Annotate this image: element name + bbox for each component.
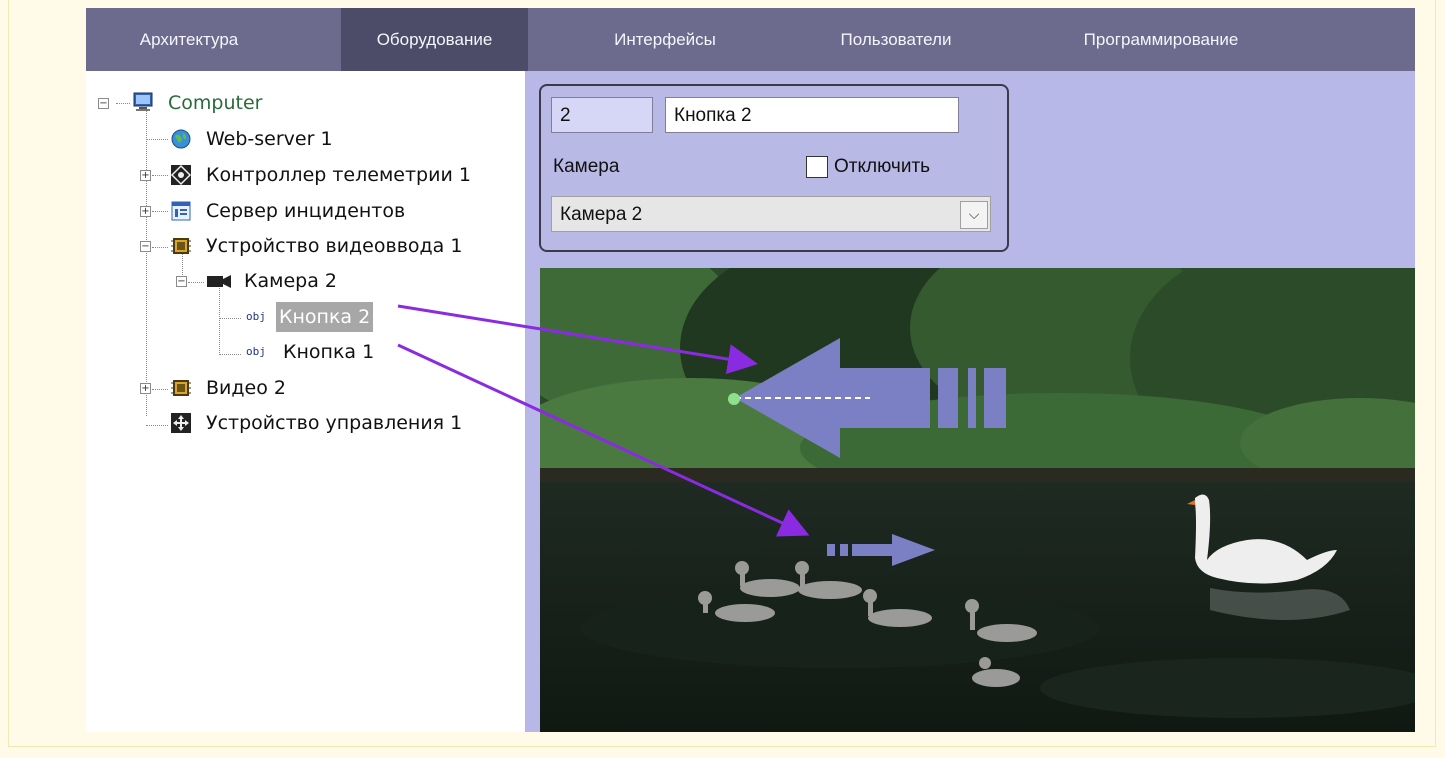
button-properties-box: 2 Кнопка 2 Камера Отключить Камера 2 ⌵ — [539, 84, 1009, 252]
expand-icon[interactable]: + — [140, 206, 151, 217]
computer-icon — [133, 92, 153, 111]
video-capture-icon — [171, 238, 191, 254]
tree-item-button-1[interactable]: obj Кнопка 1 — [86, 337, 516, 367]
tree-item-video-capture-device[interactable]: − Устройство видеоввода 1 — [86, 231, 516, 261]
tree-item-label: Контроллер телеметрии 1 — [206, 164, 471, 186]
tree-item-label: Web-server 1 — [206, 128, 333, 150]
tree-item-web-server[interactable]: Web-server 1 — [86, 124, 516, 154]
camera-select-value: Камера 2 — [560, 204, 643, 225]
expand-icon[interactable]: + — [140, 170, 151, 181]
camera-label: Камера — [553, 156, 620, 177]
tab-programming[interactable]: Программирование — [1051, 8, 1271, 71]
camera-icon — [207, 275, 231, 288]
tree-item-label: Устройство управления 1 — [206, 412, 463, 434]
tree-item-label: Видео 2 — [206, 377, 286, 399]
tab-bar: Архитектура Оборудование Интерфейсы Поль… — [86, 8, 1415, 71]
expand-icon[interactable]: + — [140, 383, 151, 394]
camera-video-view — [540, 268, 1415, 732]
tree-item-label: Кнопка 1 — [283, 341, 375, 363]
camera-select[interactable]: Камера 2 ⌵ — [551, 196, 991, 232]
tree-item-incident-server[interactable]: + Сервер инцидентов — [86, 196, 516, 226]
telemetry-controller-icon — [170, 164, 192, 186]
video-capture-icon — [171, 380, 191, 396]
tree-item-label: Сервер инцидентов — [206, 200, 406, 222]
tab-users[interactable]: Пользователи — [811, 8, 981, 71]
tree-item-label: Кнопка 2 — [276, 302, 374, 332]
button-id-field[interactable]: 2 — [551, 97, 653, 133]
tree-item-camera-2[interactable]: − Камера 2 — [86, 266, 516, 296]
overlay-button-2-handle[interactable] — [728, 393, 740, 405]
chevron-down-icon[interactable]: ⌵ — [960, 201, 988, 229]
globe-icon — [171, 129, 191, 149]
button-name-field[interactable]: Кнопка 2 — [665, 97, 959, 133]
disable-label: Отключить — [834, 156, 931, 177]
tree-item-label: Устройство видеоввода 1 — [206, 235, 463, 257]
control-device-icon — [171, 413, 191, 433]
hardware-tree: − Computer Web-server 1 + Контроллер тел… — [86, 71, 526, 732]
tree-item-computer[interactable]: − Computer — [86, 88, 516, 118]
collapse-icon[interactable]: − — [98, 98, 109, 109]
tree-item-button-2[interactable]: obj Кнопка 2 — [86, 302, 516, 332]
video-frame-image — [540, 268, 1415, 732]
app-window: Архитектура Оборудование Интерфейсы Поль… — [86, 8, 1415, 732]
obj-icon: obj — [246, 345, 266, 358]
tree-item-telemetry-controller[interactable]: + Контроллер телеметрии 1 — [86, 160, 516, 190]
tree-item-control-device[interactable]: Устройство управления 1 — [86, 408, 516, 438]
tree-item-label: Камера 2 — [244, 270, 337, 292]
incident-server-icon — [171, 201, 191, 221]
tab-equipment[interactable]: Оборудование — [341, 8, 528, 71]
tab-interfaces[interactable]: Интерфейсы — [586, 8, 744, 71]
collapse-icon[interactable]: − — [176, 276, 187, 287]
tree-item-label: Computer — [168, 92, 263, 114]
properties-panel: 2 Кнопка 2 Камера Отключить Камера 2 ⌵ — [526, 71, 1415, 732]
obj-icon: obj — [246, 310, 266, 323]
tree-item-video-2[interactable]: + Видео 2 — [86, 373, 516, 403]
tab-architecture[interactable]: Архитектура — [114, 8, 264, 71]
disable-checkbox[interactable] — [806, 156, 828, 178]
collapse-icon[interactable]: − — [140, 241, 151, 252]
